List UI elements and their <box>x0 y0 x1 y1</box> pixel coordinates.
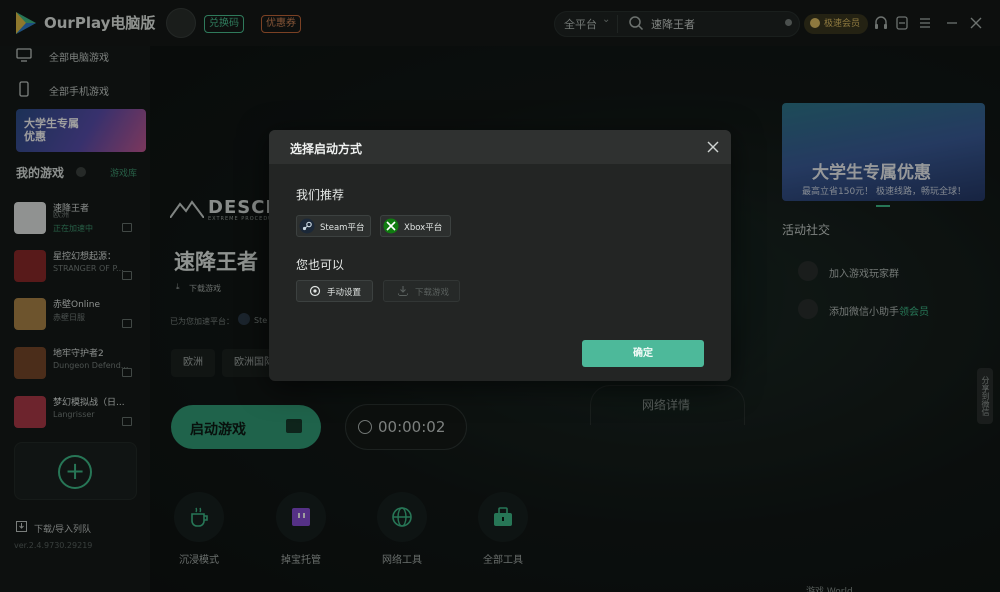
recommended-heading: 我们推荐 <box>296 188 345 202</box>
xbox-platform-option[interactable]: Xbox平台 <box>380 215 451 237</box>
confirm-button[interactable]: 确定 <box>582 340 704 367</box>
download-game-label: 下载游戏 <box>415 288 450 298</box>
download-game-button[interactable]: 下载游戏 <box>383 280 460 302</box>
manual-setup-label: 手动设置 <box>327 288 362 298</box>
xbox-option-label: Xbox平台 <box>404 223 443 233</box>
target-icon <box>309 285 321 297</box>
alternative-heading: 您也可以 <box>296 258 345 272</box>
xbox-icon <box>383 218 399 234</box>
close-icon[interactable] <box>704 138 722 156</box>
manual-setup-button[interactable]: 手动设置 <box>296 280 373 302</box>
steam-platform-option[interactable]: Steam平台 <box>296 215 371 237</box>
steam-icon <box>299 218 315 234</box>
steam-option-label: Steam平台 <box>320 223 365 233</box>
download-icon <box>397 286 409 297</box>
app-window: OurPlay电脑版 兑换码 优惠券 全平台 ⌄ 极速会员 全部电脑游戏 <box>0 0 1000 592</box>
dialog-title: 选择启动方式 <box>290 142 363 156</box>
